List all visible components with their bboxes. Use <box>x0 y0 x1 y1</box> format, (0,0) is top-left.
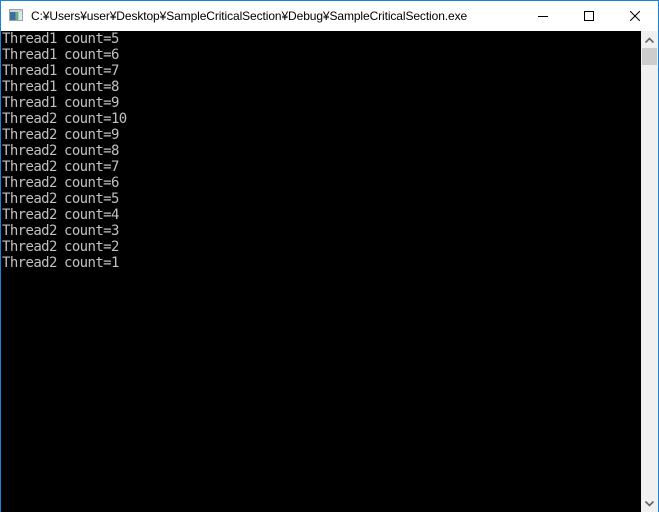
thread-label: Thread2 <box>2 143 57 159</box>
chevron-down-icon <box>645 500 654 507</box>
thread-label: Thread2 <box>2 111 57 127</box>
console-line: Thread1 count=6 <box>2 47 127 63</box>
scroll-down-button[interactable] <box>641 495 658 512</box>
console-line: Thread2 count=3 <box>2 223 127 239</box>
console-line: Thread1 count=9 <box>2 95 127 111</box>
count-value: count=6 <box>64 47 119 63</box>
count-value: count=6 <box>64 175 119 191</box>
console-line: Thread1 count=5 <box>2 31 127 47</box>
console-line: Thread2 count=10 <box>2 111 127 127</box>
console-line: Thread2 count=4 <box>2 207 127 223</box>
count-value: count=5 <box>64 31 119 47</box>
thread-label: Thread2 <box>2 127 57 143</box>
count-value: count=9 <box>64 127 119 143</box>
chevron-up-icon <box>645 36 654 43</box>
count-value: count=10 <box>64 111 127 127</box>
console-line: Thread2 count=7 <box>2 159 127 175</box>
count-value: count=2 <box>64 239 119 255</box>
console-line: Thread2 count=8 <box>2 143 127 159</box>
thread-label: Thread2 <box>2 159 57 175</box>
console-line: Thread1 count=8 <box>2 79 127 95</box>
console-line: Thread1 count=7 <box>2 63 127 79</box>
count-value: count=9 <box>64 95 119 111</box>
vertical-scrollbar[interactable] <box>641 31 658 512</box>
count-value: count=8 <box>64 143 119 159</box>
scroll-up-button[interactable] <box>641 31 658 48</box>
thread-label: Thread1 <box>2 95 57 111</box>
count-value: count=7 <box>64 63 119 79</box>
thread-label: Thread2 <box>2 191 57 207</box>
maximize-button[interactable] <box>566 1 612 31</box>
console-app-icon[interactable] <box>9 9 23 21</box>
console-window: C:¥Users¥user¥Desktop¥SampleCriticalSect… <box>0 0 659 512</box>
console-line: Thread2 count=2 <box>2 239 127 255</box>
thread-label: Thread1 <box>2 63 57 79</box>
minimize-icon <box>538 16 548 17</box>
title-bar[interactable]: C:¥Users¥user¥Desktop¥SampleCriticalSect… <box>1 1 658 31</box>
count-value: count=3 <box>64 223 119 239</box>
minimize-button[interactable] <box>520 1 566 31</box>
thread-label: Thread2 <box>2 239 57 255</box>
thread-label: Thread1 <box>2 31 57 47</box>
close-icon <box>630 11 640 21</box>
close-button[interactable] <box>612 1 658 31</box>
count-value: count=1 <box>64 255 119 271</box>
scroll-thumb[interactable] <box>642 48 657 65</box>
window-title: C:¥Users¥user¥Desktop¥SampleCriticalSect… <box>31 9 468 23</box>
thread-label: Thread2 <box>2 207 57 223</box>
thread-label: Thread2 <box>2 255 57 271</box>
count-value: count=7 <box>64 159 119 175</box>
count-value: count=8 <box>64 79 119 95</box>
console-lines: Thread1 count=5 Thread1 count=6 Thread1 count… <box>2 31 127 271</box>
thread-label: Thread2 <box>2 175 57 191</box>
console-line: Thread2 count=9 <box>2 127 127 143</box>
count-value: count=5 <box>64 191 119 207</box>
thread-label: Thread2 <box>2 223 57 239</box>
console-line: Thread2 count=5 <box>2 191 127 207</box>
maximize-icon <box>584 11 594 21</box>
console-line: Thread2 count=1 <box>2 255 127 271</box>
count-value: count=4 <box>64 207 119 223</box>
console-output[interactable]: Thread1 count=5 Thread1 count=6 Thread1 count… <box>1 31 641 512</box>
console-line: Thread2 count=6 <box>2 175 127 191</box>
thread-label: Thread1 <box>2 79 57 95</box>
thread-label: Thread1 <box>2 47 57 63</box>
